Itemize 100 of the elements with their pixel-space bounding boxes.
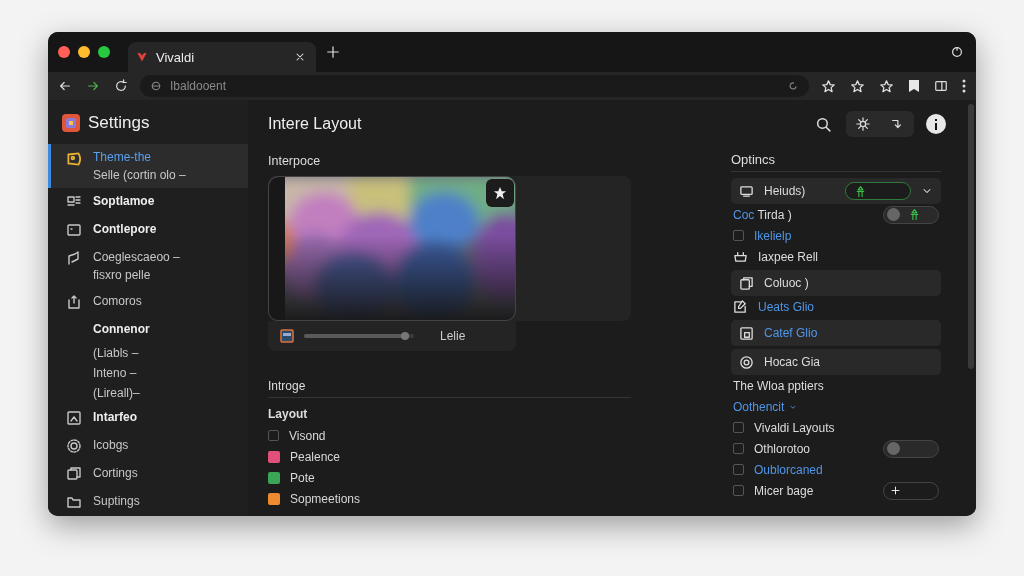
option-label: Visond: [289, 428, 326, 443]
option-link[interactable]: Coc: [733, 207, 755, 222]
monitor-icon: [739, 183, 754, 199]
copy-icon: [739, 275, 754, 291]
option-row[interactable]: Othlorotoo: [731, 438, 941, 459]
vivaldi-logo-icon: [136, 51, 148, 63]
option-row[interactable]: Coc Tirda ): [731, 204, 941, 225]
option-row[interactable]: The Wloa pptiers: [731, 375, 941, 396]
option-row[interactable]: Oothencit: [731, 396, 941, 417]
sidebar-item[interactable]: (Lireall)–: [48, 384, 248, 404]
reload-icon: [114, 79, 128, 93]
checkbox[interactable]: [733, 230, 744, 241]
menu-button[interactable]: [960, 77, 968, 95]
image-icon: [66, 410, 82, 426]
upload-icon: [66, 294, 82, 310]
option-row[interactable]: Vivaldi Layouts: [731, 417, 941, 438]
sun-icon: [856, 117, 870, 131]
sidebar-item[interactable]: Soptlamoe: [48, 188, 248, 216]
target-icon: [739, 354, 754, 370]
checkbox[interactable]: [733, 422, 744, 433]
menu-icon: [962, 79, 966, 93]
sidebar-item[interactable]: Icobgs: [48, 432, 248, 460]
option-row[interactable]: Micer bage: [731, 480, 941, 501]
color-swatch[interactable]: [268, 492, 280, 505]
address-bar[interactable]: Ibaldooent: [140, 75, 809, 97]
checkbox[interactable]: [733, 443, 744, 454]
basket-icon: [733, 249, 748, 264]
close-icon: [294, 51, 306, 63]
plus-icon: [326, 45, 340, 59]
sidebar-item[interactable]: Inteno –: [48, 364, 248, 384]
bookmark-icon: [908, 79, 920, 93]
zoom-window-button[interactable]: [98, 46, 110, 58]
cards-icon: [66, 466, 82, 482]
section-heading: Introge: [268, 379, 631, 398]
sidebar-item[interactable]: Connenor: [48, 316, 248, 344]
option-label: Oublorcaned: [754, 462, 823, 477]
option-label: Pote: [290, 470, 315, 485]
close-window-button[interactable]: [58, 46, 70, 58]
info-button[interactable]: [926, 114, 946, 134]
section-heading: Interpoce: [268, 154, 322, 168]
option-row[interactable]: Iaxpee Rell: [731, 246, 941, 267]
star-icon: [493, 186, 507, 200]
option-label: Pealence: [290, 449, 341, 464]
back-icon: [58, 79, 72, 93]
tree-icon: [908, 208, 921, 221]
option-row[interactable]: Oublorcaned: [731, 459, 941, 480]
scrollbar[interactable]: [968, 104, 974, 369]
star-icon: [879, 78, 894, 94]
reading-list-button[interactable]: [906, 77, 922, 95]
slider-label: Lelie: [440, 329, 466, 343]
color-swatch[interactable]: [268, 471, 280, 484]
option-row[interactable]: Ueats Glio: [731, 296, 941, 317]
option-label: Ueats Glio: [758, 299, 815, 314]
option-row[interactable]: Ikelielp: [731, 225, 941, 246]
option-card[interactable]: Coluoc ): [731, 270, 941, 296]
refresh-icon: [787, 80, 799, 92]
sidebar-item[interactable]: (Liabls –: [48, 344, 248, 364]
sidebar-item[interactable]: Comoros: [48, 288, 248, 316]
pin-button[interactable]: [486, 179, 514, 207]
gear-icon: [66, 438, 82, 454]
option-label: Hocac Gia: [764, 355, 821, 369]
star-icon: [850, 78, 865, 94]
window-icon: [66, 222, 82, 238]
sidebar-title: Settings: [88, 113, 150, 133]
option-label: Heiuds): [764, 184, 806, 198]
option-label: Catef Glio: [764, 326, 818, 340]
settings-logo-icon: [62, 114, 80, 132]
pill-switch[interactable]: [845, 182, 911, 200]
rotate-icon: [890, 117, 904, 131]
section-heading: Optincs: [731, 152, 941, 172]
option-label: Othlorotoo: [754, 441, 811, 456]
edit-icon: [733, 299, 748, 314]
image-icon: [280, 329, 294, 343]
option-card[interactable]: Hocac Gia: [731, 349, 941, 375]
size-slider[interactable]: [304, 334, 414, 338]
checkbox[interactable]: [733, 485, 744, 496]
option-card[interactable]: Catef Glio: [731, 320, 941, 346]
dropdown-link[interactable]: Oothencit: [733, 399, 799, 414]
sidebar-item[interactable]: Cortings: [48, 460, 248, 488]
option-card[interactable]: Heiuds): [731, 178, 941, 204]
new-tab-button[interactable]: [324, 43, 342, 61]
toggle-switch[interactable]: [883, 205, 939, 224]
sidebar-item[interactable]: Intarfeo: [48, 404, 248, 432]
minimize-window-button[interactable]: [78, 46, 90, 58]
sidebar-item[interactable]: Suptings: [48, 488, 248, 516]
toggle-switch[interactable]: [883, 439, 939, 458]
folder-icon: [66, 494, 82, 510]
section-heading: The Wloa pptiers: [733, 378, 824, 393]
sidebar-item[interactable]: Contlepore: [48, 216, 248, 244]
option-label: Coluoc ): [764, 276, 809, 290]
sidebar-item[interactable]: Theme-the Selle (cortin olo –: [48, 144, 248, 188]
checkbox[interactable]: [268, 430, 279, 441]
browser-tab[interactable]: Vivaldi: [128, 42, 316, 72]
forward-icon: [86, 79, 100, 93]
option-label: Tirda ): [757, 207, 792, 222]
sidebar-item[interactable]: Coeglescaeoo – fisxro pelle: [48, 244, 248, 288]
color-swatch[interactable]: [268, 450, 280, 463]
checkbox[interactable]: [733, 464, 744, 475]
option-label: Ikelielp: [754, 228, 792, 243]
info-icon: [934, 118, 938, 130]
